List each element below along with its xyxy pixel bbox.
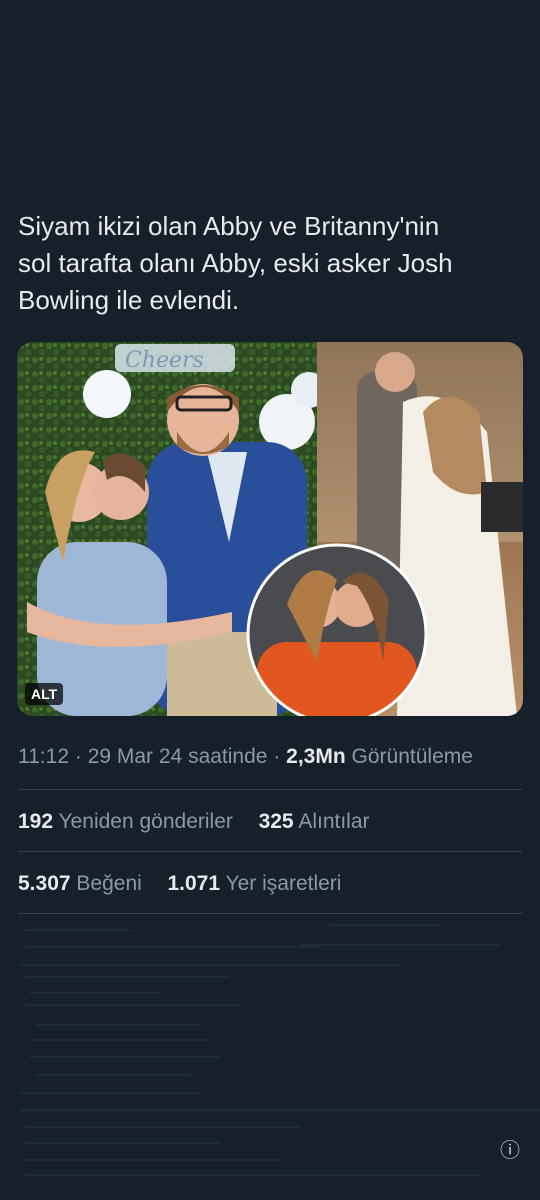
bookmarks-label: Yer işaretleri [225, 872, 342, 895]
quotes-label: Alıntılar [298, 810, 370, 833]
likes-count: 5.307 [18, 872, 71, 895]
meta-separator: · [74, 745, 82, 768]
divider [18, 851, 522, 852]
views-label: Görüntüleme [351, 745, 473, 768]
stats-row-reposts: 192 Yeniden gönderiler 325 Alıntılar [18, 810, 370, 834]
sign-text: Cheers [125, 348, 204, 373]
tweet-meta: 11:12 · 29 Mar 24 saatinde · 2,3Mn Görün… [18, 745, 473, 769]
bookmarks-count: 1.071 [167, 872, 221, 895]
reposts-link[interactable]: 192 Yeniden gönderiler [18, 810, 239, 833]
alt-badge[interactable]: ALT [25, 683, 64, 705]
views-count: 2,3Mn [286, 745, 346, 768]
reposts-count: 192 [18, 810, 54, 833]
divider [18, 789, 522, 790]
quotes-count: 325 [258, 810, 294, 833]
quotes-link[interactable]: 325 Alıntılar [259, 810, 370, 833]
likes-link[interactable]: 5.307 Beğeni [18, 872, 148, 895]
stats-row-likes: 5.307 Beğeni 1.071 Yer işaretleri [18, 872, 341, 896]
info-icon[interactable]: ⓘ [500, 1134, 520, 1163]
tweet-photo[interactable]: Cheers [17, 342, 523, 716]
bookmarks-link[interactable]: 1.071 Yer işaretleri [167, 872, 341, 895]
likes-label: Beğeni [76, 872, 142, 895]
tweet-media[interactable]: Cheers ALT [17, 342, 523, 716]
tweet-time: 11:12 [18, 745, 69, 768]
tweet-text: Siyam ikizi olan Abby ve Britanny'nin so… [18, 211, 453, 315]
redacted-area [20, 924, 540, 1176]
meta-separator: · [273, 745, 281, 768]
reposts-label: Yeniden gönderiler [58, 810, 233, 833]
tweet-date[interactable]: 29 Mar 24 saatinde [88, 745, 268, 768]
